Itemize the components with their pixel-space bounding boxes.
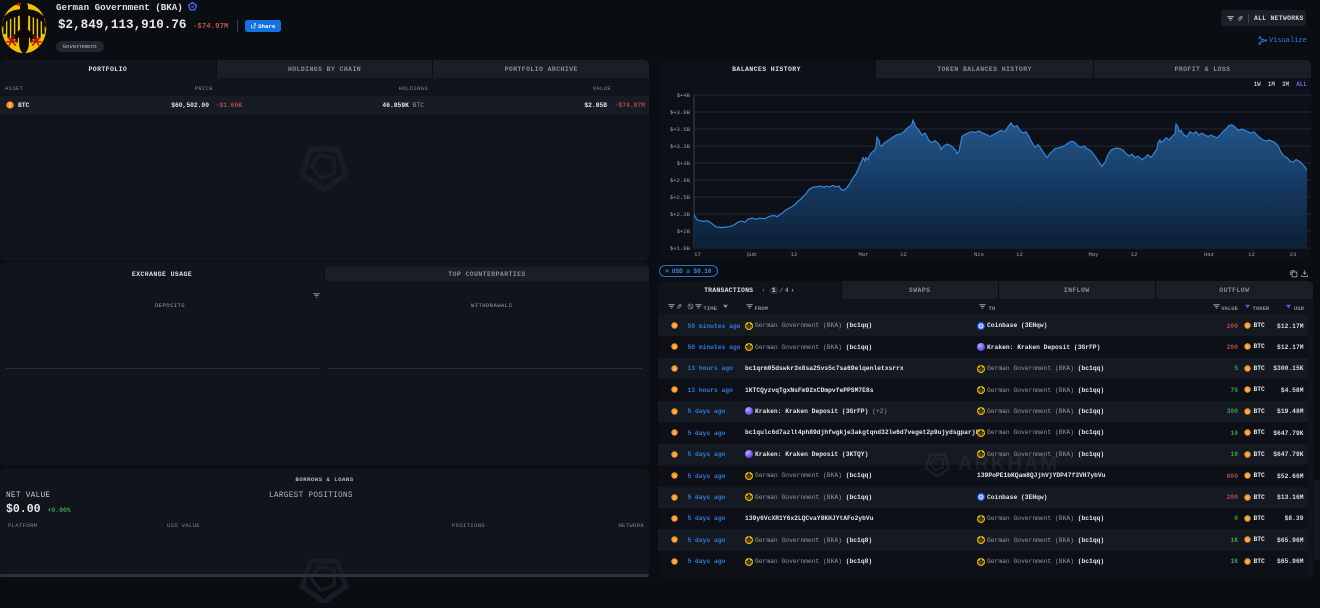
svg-text:12: 12 [791,251,798,258]
svg-text:₿: ₿ [1246,387,1249,392]
svg-text:$+3.3B: $+3.3B [670,143,691,150]
svg-text:$+3B: $+3B [677,160,691,167]
svg-text:₿: ₿ [673,430,676,435]
svg-text:₿: ₿ [673,559,676,564]
svg-text:12: 12 [1016,251,1023,258]
svg-text:₿: ₿ [673,344,676,349]
svg-text:₿: ₿ [1246,516,1249,521]
svg-text:₿: ₿ [673,323,676,328]
svg-text:$+2B: $+2B [677,228,691,235]
svg-text:₿: ₿ [673,409,676,414]
svg-text:Şub: Şub [746,251,756,258]
svg-text:₿: ₿ [1246,366,1249,371]
svg-text:Haz: Haz [1204,251,1214,258]
svg-text:12: 12 [1131,251,1138,258]
svg-text:₿: ₿ [673,473,676,478]
svg-text:$+3.5B: $+3.5B [670,126,691,133]
svg-text:₿: ₿ [673,537,676,542]
svg-text:$+2.5B: $+2.5B [670,194,691,201]
svg-text:Nis: Nis [974,251,984,258]
svg-text:₿: ₿ [1246,494,1249,499]
svg-text:17: 17 [694,251,701,258]
svg-text:12: 12 [900,251,907,258]
svg-text:₿: ₿ [1246,409,1249,414]
svg-text:₿: ₿ [673,516,676,521]
svg-text:₿: ₿ [1246,430,1249,435]
svg-text:$+4B: $+4B [677,92,691,99]
svg-text:23: 23 [1290,251,1297,258]
svg-text:₿: ₿ [1246,473,1249,478]
svg-text:₿: ₿ [673,387,676,392]
svg-text:May: May [1088,251,1099,258]
svg-text:Mar: Mar [858,251,868,258]
svg-text:₿: ₿ [673,452,676,457]
svg-text:₿: ₿ [1246,344,1249,349]
svg-text:₿: ₿ [1246,323,1249,328]
svg-text:₿: ₿ [673,494,676,499]
svg-text:₿: ₿ [1246,537,1249,542]
svg-text:12: 12 [1248,251,1255,258]
svg-text:₿: ₿ [673,366,676,371]
svg-text:$+1.8B: $+1.8B [670,245,691,252]
svg-text:₿: ₿ [1246,452,1249,457]
svg-text:$+3.8B: $+3.8B [670,109,691,116]
svg-text:₿: ₿ [1246,559,1249,564]
svg-text:$+2.8B: $+2.8B [670,177,691,184]
svg-text:$+2.3B: $+2.3B [670,211,691,218]
